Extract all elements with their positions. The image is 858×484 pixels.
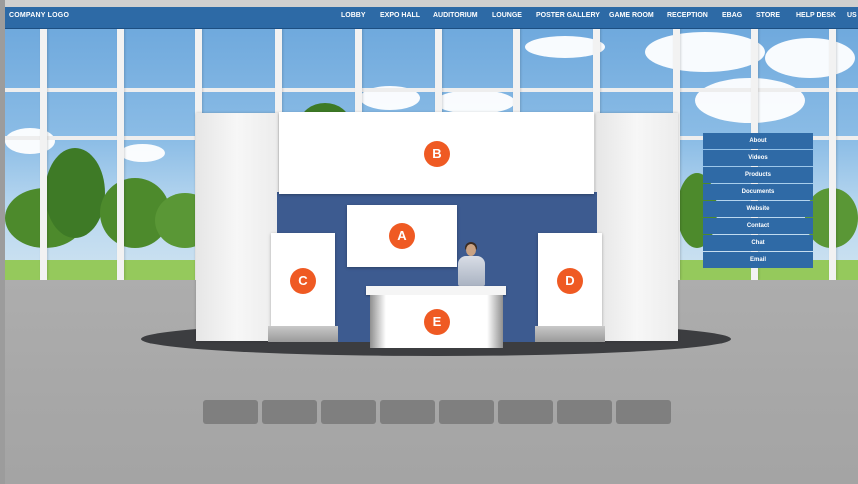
attendant-head: [466, 244, 476, 256]
cloud: [435, 90, 515, 114]
nav-expo-hall[interactable]: EXPO HALL: [380, 12, 420, 19]
stand-c[interactable]: C: [271, 233, 335, 326]
nav-lounge[interactable]: LOUNGE: [492, 12, 522, 19]
menu-item-about[interactable]: About: [703, 133, 813, 149]
menu-item-chat[interactable]: Chat: [703, 235, 813, 251]
marker-c: C: [290, 268, 316, 294]
marker-a: A: [389, 223, 415, 249]
menu-item-products[interactable]: Products: [703, 167, 813, 183]
menu-item-documents[interactable]: Documents: [703, 184, 813, 200]
marker-b: B: [424, 141, 450, 167]
cloud: [5, 128, 55, 154]
menu-item-email[interactable]: Email: [703, 252, 813, 268]
counter-e[interactable]: E: [370, 295, 503, 348]
nav-game-room[interactable]: GAME ROOM: [609, 12, 654, 19]
nav-reception[interactable]: RECEPTION: [667, 12, 708, 19]
booth-left-wall: [196, 113, 278, 341]
nav-auditorium[interactable]: AUDITORIUM: [433, 12, 478, 19]
virtual-booth-scene: B A C D E About Videos Products Document…: [0, 0, 858, 484]
thumbnail-7[interactable]: [557, 400, 612, 424]
thumbnail-1[interactable]: [203, 400, 258, 424]
thumbnail-4[interactable]: [380, 400, 435, 424]
top-navigation-bar: COMPANY LOGO LOBBY EXPO HALL AUDITORIUM …: [5, 7, 858, 29]
cloud: [695, 78, 805, 123]
stand-d[interactable]: D: [538, 233, 602, 326]
thumbnail-8[interactable]: [616, 400, 671, 424]
thumbnail-5[interactable]: [439, 400, 494, 424]
stand-d-base: [535, 326, 605, 342]
cloud: [765, 38, 855, 78]
thumbnail-3[interactable]: [321, 400, 376, 424]
tree: [45, 148, 105, 238]
nav-poster-gallery[interactable]: POSTER GALLERY: [536, 12, 600, 19]
thumbnail-6[interactable]: [498, 400, 553, 424]
nav-us[interactable]: US: [847, 12, 857, 19]
window-mullion: [829, 28, 836, 280]
nav-ebag[interactable]: EBAG: [722, 12, 742, 19]
booth-right-wall: [596, 113, 678, 341]
nav-store[interactable]: STORE: [756, 12, 780, 19]
window-mullion: [40, 28, 47, 280]
marker-e: E: [424, 309, 450, 335]
counter-top: [366, 286, 506, 295]
thumbnail-2[interactable]: [262, 400, 317, 424]
menu-item-website[interactable]: Website: [703, 201, 813, 217]
nav-help-desk[interactable]: HELP DESK: [796, 12, 836, 19]
nav-lobby[interactable]: LOBBY: [341, 12, 366, 19]
menu-item-videos[interactable]: Videos: [703, 150, 813, 166]
booth-attendant: [458, 256, 485, 286]
window-rail: [5, 88, 858, 92]
company-logo[interactable]: COMPANY LOGO: [9, 12, 69, 19]
window-top-strip: [0, 0, 858, 7]
cloud: [120, 144, 165, 162]
banner-b[interactable]: B: [279, 112, 594, 194]
booth-side-menu: About Videos Products Documents Website …: [703, 133, 813, 269]
menu-item-contact[interactable]: Contact: [703, 218, 813, 234]
cloud: [645, 32, 765, 72]
screen-a[interactable]: A: [347, 205, 457, 267]
window-mullion: [117, 28, 124, 280]
marker-d: D: [557, 268, 583, 294]
stand-c-base: [268, 326, 338, 342]
